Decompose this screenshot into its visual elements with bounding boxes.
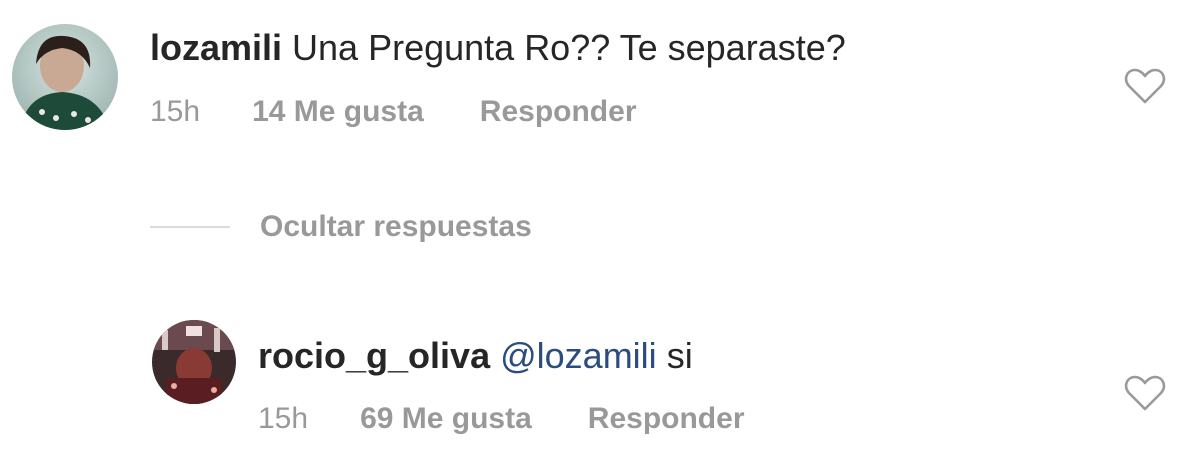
profile-photo-icon bbox=[152, 320, 236, 404]
reply-button[interactable]: Responder bbox=[480, 95, 637, 128]
divider-line bbox=[150, 226, 230, 228]
comment-username[interactable]: rocio_g_oliva bbox=[258, 335, 490, 376]
comment-text: rocio_g_oliva @lozamili si bbox=[258, 338, 693, 374]
comment-time: 15h bbox=[150, 95, 201, 128]
comment-body-spacer bbox=[490, 335, 500, 376]
comment-body: si bbox=[656, 335, 693, 376]
comment-text: lozamili Una Pregunta Ro?? Te separaste? bbox=[150, 30, 846, 66]
hide-replies-button[interactable]: Ocultar respuestas bbox=[150, 212, 532, 242]
mention-link[interactable]: @lozamili bbox=[500, 335, 657, 376]
comment-body: Una Pregunta Ro?? Te separaste? bbox=[282, 27, 846, 68]
hide-replies-label: Ocultar respuestas bbox=[260, 210, 532, 243]
profile-photo-icon bbox=[12, 24, 118, 130]
heart-outline-icon[interactable] bbox=[1124, 67, 1166, 105]
likes-count-button[interactable]: 14 Me gusta bbox=[252, 95, 424, 128]
avatar[interactable] bbox=[152, 320, 236, 404]
likes-count-button[interactable]: 69 Me gusta bbox=[360, 402, 532, 435]
reply-button[interactable]: Responder bbox=[588, 402, 745, 435]
comment-meta: 15h 69 Me gusta Responder bbox=[258, 404, 745, 434]
heart-outline-icon[interactable] bbox=[1124, 374, 1166, 412]
avatar[interactable] bbox=[12, 24, 118, 130]
comment-username[interactable]: lozamili bbox=[150, 27, 282, 68]
comment-meta: 15h 14 Me gusta Responder bbox=[150, 97, 637, 127]
comment-time: 15h bbox=[258, 402, 309, 435]
